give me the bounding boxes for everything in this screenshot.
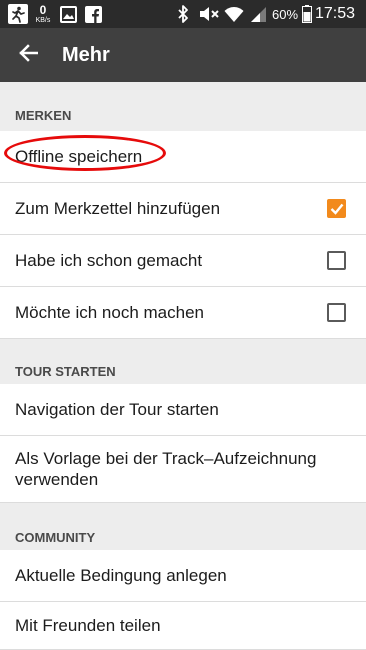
- clock: 17:53: [315, 5, 356, 22]
- menu-item-navigation-starten[interactable]: Navigation der Tour starten: [0, 384, 366, 436]
- back-button[interactable]: [8, 35, 48, 75]
- menu-item-label: Navigation der Tour starten: [15, 399, 219, 419]
- menu-item-schon-gemacht[interactable]: Habe ich schon gemacht: [0, 235, 366, 287]
- signal-icon: [250, 0, 267, 28]
- network-speed: 0 KB/s: [33, 0, 53, 28]
- app-bar: Mehr: [0, 28, 366, 82]
- mute-icon: [198, 0, 220, 28]
- network-speed-value: 0: [39, 3, 47, 17]
- bluetooth-icon: [176, 0, 190, 28]
- menu-item-als-vorlage[interactable]: Als Vorlage bei der Track–Aufzeichnung v…: [0, 436, 366, 503]
- noch-machen-checkbox[interactable]: [327, 303, 346, 322]
- section-header-merken: MERKEN: [15, 108, 72, 123]
- menu-item-label: Möchte ich noch machen: [15, 302, 204, 322]
- facebook-icon: [85, 0, 102, 28]
- page-title: Mehr: [62, 44, 110, 66]
- menu-content: MERKEN Offline speichern Zum Merkzettel …: [0, 82, 366, 650]
- network-speed-unit: KB/s: [35, 17, 51, 24]
- menu-item-noch-machen[interactable]: Möchte ich noch machen: [0, 287, 366, 339]
- menu-item-label: Mit Freunden teilen: [15, 615, 161, 635]
- merkzettel-checkbox[interactable]: [327, 199, 346, 218]
- image-icon: [60, 0, 77, 28]
- battery-percent: 60%: [272, 6, 299, 22]
- menu-item-label: Zum Merkzettel hinzufügen: [15, 198, 221, 218]
- battery-icon: [302, 0, 312, 28]
- menu-item-bedingung-anlegen[interactable]: Aktuelle Bedingung anlegen: [0, 550, 366, 602]
- menu-item-label: Offline speichern: [15, 146, 143, 166]
- menu-item-label: Habe ich schon gemacht: [15, 250, 203, 270]
- menu-item-label: Als Vorlage bei der Track–Aufzeichnung v…: [15, 449, 317, 489]
- menu-item-mit-freunden-teilen[interactable]: Mit Freunden teilen: [0, 602, 366, 650]
- menu-item-label: Aktuelle Bedingung anlegen: [15, 565, 227, 585]
- arrow-left-icon: [18, 43, 39, 68]
- schon-gemacht-checkbox[interactable]: [327, 251, 346, 270]
- checkmark-icon: [330, 203, 344, 215]
- section-header-tour-starten: TOUR STARTEN: [15, 364, 116, 379]
- menu-item-merkzettel[interactable]: Zum Merkzettel hinzufügen: [0, 183, 366, 235]
- status-bar: 0 KB/s 60% 17:53: [0, 0, 366, 28]
- section-header-community: COMMUNITY: [15, 530, 96, 545]
- wifi-icon: [224, 0, 244, 28]
- running-person-icon: [8, 0, 28, 28]
- menu-item-offline-speichern[interactable]: Offline speichern: [0, 131, 366, 183]
